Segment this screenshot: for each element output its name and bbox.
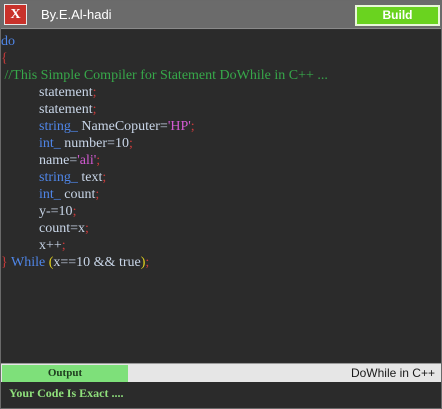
output-panel: Your Code Is Exact .... xyxy=(1,382,441,408)
code-token: 'ali' xyxy=(77,153,97,168)
close-button[interactable]: X xyxy=(4,4,27,25)
language-mode-label: DoWhile in C++ xyxy=(350,366,435,380)
build-button[interactable]: Build xyxy=(355,5,440,26)
code-token: ; xyxy=(102,170,107,185)
code-token: count xyxy=(60,187,96,202)
code-token: ; xyxy=(72,204,77,219)
code-line: statement; xyxy=(39,101,97,118)
title-bar: X By.E.Al-hadi Build xyxy=(1,1,441,29)
output-tab[interactable]: Output xyxy=(2,365,128,382)
code-line: statement; xyxy=(39,84,97,101)
code-token: } xyxy=(1,255,8,270)
code-token: ; xyxy=(95,187,100,202)
code-token: count=x xyxy=(39,221,85,236)
status-bar: Output DoWhile in C++ xyxy=(1,363,441,382)
code-token: y-=10 xyxy=(39,204,73,219)
code-token: ; xyxy=(128,136,133,151)
code-token: int_ xyxy=(39,136,61,151)
code-token: x++ xyxy=(39,238,62,253)
code-token: string_ xyxy=(39,170,78,185)
code-line: string_ NameCoputer='HP'; xyxy=(39,118,195,135)
code-token: string_ xyxy=(39,119,78,134)
code-line: x++; xyxy=(39,237,66,254)
code-editor[interactable]: do { //This Simple Compiler for Statement… xyxy=(1,30,441,362)
code-token: ; xyxy=(92,85,97,100)
code-token: do xyxy=(1,34,15,49)
code-token: x==10 && true xyxy=(53,255,141,270)
code-line: int_ count; xyxy=(39,186,99,203)
code-line: count=x; xyxy=(39,220,89,237)
author-label: By.E.Al-hadi xyxy=(41,7,112,22)
code-token: //This Simple Compiler for Statement DoW… xyxy=(1,68,328,83)
code-token: ; xyxy=(190,119,195,134)
code-line: do xyxy=(1,33,15,50)
code-token: text xyxy=(77,170,103,185)
code-token: statement xyxy=(39,85,93,100)
code-line: string_ text; xyxy=(39,169,106,186)
code-line: } While (x==10 && true); xyxy=(1,254,149,271)
code-token: int_ xyxy=(39,187,61,202)
code-token: While xyxy=(7,255,49,270)
code-line: name='ali'; xyxy=(39,152,100,169)
code-line: int_ number=10; xyxy=(39,135,133,152)
code-token: number=10 xyxy=(60,136,129,151)
code-token: { xyxy=(1,51,8,66)
code-token: NameCoputer= xyxy=(77,119,168,134)
code-token: 'HP' xyxy=(167,119,191,134)
code-line: y-=10; xyxy=(39,203,76,220)
code-token: ; xyxy=(61,238,66,253)
code-line: { xyxy=(1,50,8,67)
code-line: //This Simple Compiler for Statement DoW… xyxy=(1,67,328,84)
code-token: ; xyxy=(92,102,97,117)
code-token: statement xyxy=(39,102,93,117)
output-message: Your Code Is Exact .... xyxy=(9,386,124,400)
code-token: ; xyxy=(85,221,89,236)
code-token: name= xyxy=(39,153,78,168)
compiler-window: X By.E.Al-hadi Build do { //This Simple C… xyxy=(0,0,442,409)
code-token: ; xyxy=(145,255,150,270)
code-token: ; xyxy=(96,153,101,168)
